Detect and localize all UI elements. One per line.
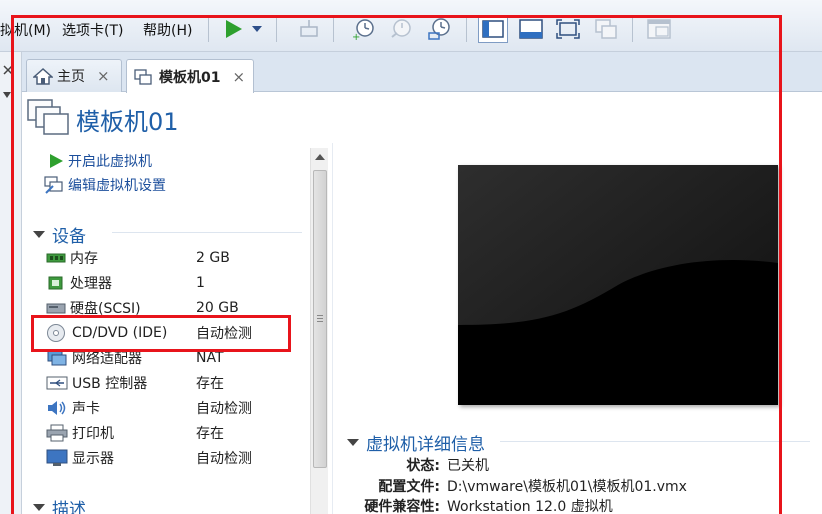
annotation-frame bbox=[11, 15, 782, 514]
annotation-highlight-cdrom bbox=[31, 315, 291, 352]
